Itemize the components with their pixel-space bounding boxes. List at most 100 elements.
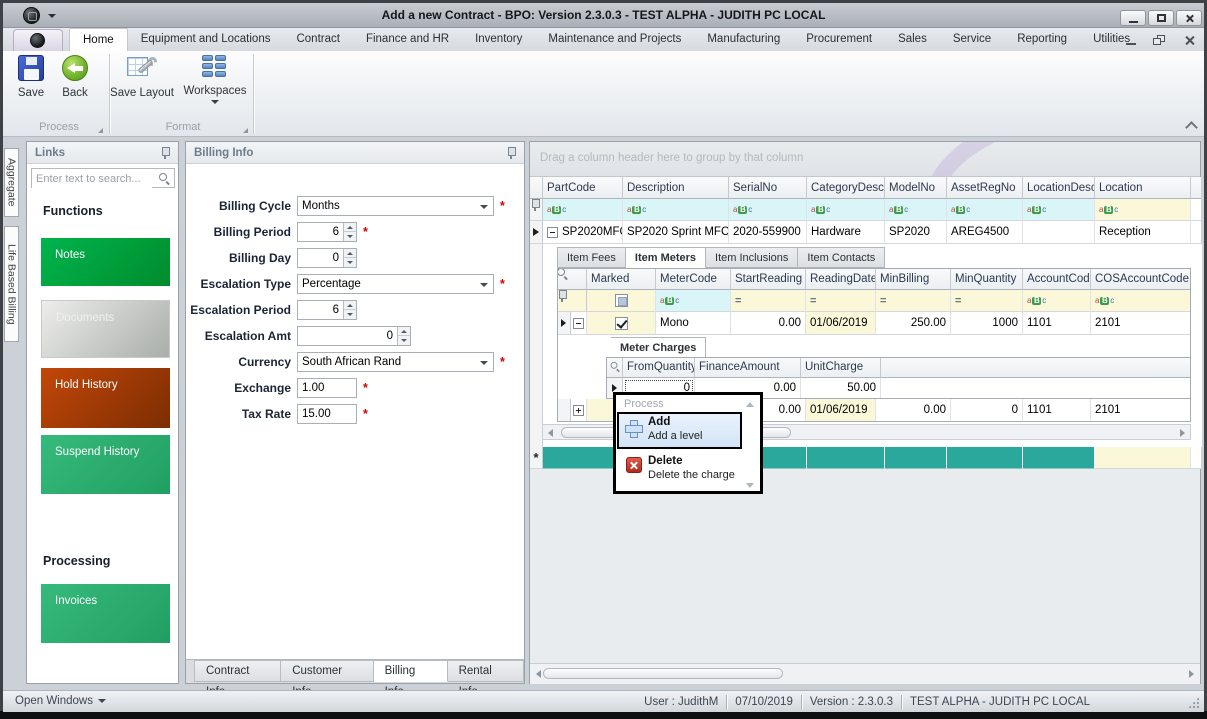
tab-rental-info[interactable]: Rental Info [448, 660, 524, 682]
spinner-buttons[interactable] [343, 249, 356, 267]
filter-cell-partcode[interactable]: aBc [543, 199, 623, 221]
panel-horizontal-scrollbar[interactable] [530, 663, 1200, 684]
column-header-readingdate[interactable]: ReadingDate [806, 268, 876, 290]
resize-grip[interactable] [1188, 697, 1199, 708]
column-header-fromquantity[interactable]: FromQuantity [623, 357, 695, 378]
notes-button[interactable]: Notes [41, 238, 170, 286]
menu-item-add[interactable]: Add Add a level [617, 412, 742, 449]
mdi-minimize-icon[interactable] [1121, 33, 1143, 48]
ribbon-tab-reporting[interactable]: Reporting [1004, 28, 1080, 51]
menu-scroll-up-icon[interactable] [746, 402, 754, 407]
column-header-marked[interactable]: Marked [587, 268, 656, 290]
column-header-partcode[interactable]: PartCode [543, 177, 623, 199]
filter-cell-minquantity[interactable]: = [951, 290, 1023, 312]
close-button[interactable] [1176, 10, 1202, 26]
column-header-accountcode[interactable]: AccountCode [1023, 268, 1091, 290]
cell-minbilling[interactable]: 0.00 [876, 399, 951, 422]
cell-minquantity[interactable]: 0 [951, 399, 1023, 422]
cell-unitcharge[interactable]: 50.00 [801, 378, 881, 399]
filter-cell-locationdesc[interactable]: aBc [1023, 199, 1095, 221]
row-indicator[interactable] [557, 312, 571, 335]
search-icon[interactable] [611, 362, 618, 372]
column-header-cosaccountcode[interactable]: COSAccountCode [1091, 268, 1191, 290]
cell-accountcode[interactable]: 1101 [1023, 312, 1091, 335]
new-row-cell[interactable] [807, 447, 885, 469]
save-layout-button[interactable]: Save Layout [103, 55, 181, 99]
cell-startreading[interactable]: 0.00 [731, 312, 806, 335]
collapse-row-icon[interactable] [547, 227, 558, 238]
column-header-locationdesc[interactable]: LocationDesc [1023, 177, 1095, 199]
application-menu-button[interactable] [13, 29, 63, 51]
escalation-type-dropdown[interactable]: Percentage [297, 274, 494, 294]
filter-cell-assetregno[interactable]: aBc [947, 199, 1023, 221]
filter-cell-location[interactable]: aBc [1095, 199, 1191, 221]
pin-icon[interactable] [506, 147, 516, 159]
mdi-restore-icon[interactable] [1149, 33, 1171, 48]
ribbon-tab-procurement[interactable]: Procurement [793, 28, 885, 51]
tab-item-inclusions[interactable]: Item Inclusions [706, 247, 798, 268]
workspaces-button[interactable]: Workspaces [179, 55, 251, 104]
filter-cell-metercode[interactable]: aBc [656, 290, 731, 312]
tab-customer-info[interactable]: Customer Info [281, 660, 373, 682]
column-header-financeamount[interactable]: FinanceAmount [695, 357, 801, 378]
cell-modelno[interactable]: SP2020 [885, 221, 947, 244]
checkbox-indeterminate[interactable] [615, 294, 628, 307]
filter-cell-modelno[interactable]: aBc [885, 199, 947, 221]
side-tab-life-based-billing[interactable]: Life Based Billing [4, 226, 19, 342]
column-header-metercode[interactable]: MeterCode [656, 268, 731, 290]
mdi-close-icon[interactable] [1179, 33, 1201, 48]
column-header-location[interactable]: Location [1095, 177, 1191, 199]
cell-description[interactable]: SP2020 Sprint MFC [623, 221, 729, 244]
column-header-modelno[interactable]: ModelNo [885, 177, 947, 199]
cell-partcode[interactable]: SP2020MFC [543, 221, 623, 244]
menu-scroll-down-icon[interactable] [746, 483, 754, 488]
filter-cell-readingdate[interactable]: = [806, 290, 876, 312]
cell-cosaccountcode[interactable]: 2101 [1091, 312, 1191, 335]
currency-dropdown[interactable]: South African Rand [297, 352, 494, 372]
billing-period-stepper[interactable]: 6 [297, 222, 357, 242]
filter-cell-marked[interactable] [587, 290, 656, 312]
ribbon-tab-finance-and-hr[interactable]: Finance and HR [353, 28, 462, 51]
column-header-assetregno[interactable]: AssetRegNo [947, 177, 1023, 199]
spinner-buttons[interactable] [343, 223, 356, 241]
expand-row-icon[interactable] [573, 405, 584, 416]
escalation-amt-stepper[interactable]: 0 [297, 326, 411, 346]
search-icon[interactable] [159, 173, 171, 185]
pin-icon[interactable] [160, 147, 170, 159]
column-header-serialno[interactable]: SerialNo [729, 177, 807, 199]
column-header-minbilling[interactable]: MinBilling [876, 268, 951, 290]
tax-rate-field[interactable]: 15.00 [297, 404, 357, 424]
cell-serialno[interactable]: 2020-559900 [729, 221, 807, 244]
save-button[interactable]: Save [9, 55, 53, 99]
billing-day-stepper[interactable]: 0 [297, 248, 357, 268]
process-group-launcher-icon[interactable] [98, 128, 103, 133]
ribbon-tab-equipment-and-locations[interactable]: Equipment and Locations [128, 28, 284, 51]
invoices-button[interactable]: Invoices [41, 584, 170, 643]
collapse-row-icon[interactable] [573, 318, 584, 329]
cell-assetregno[interactable]: AREG4500 [947, 221, 1023, 244]
hold-history-button[interactable]: Hold History [41, 368, 170, 428]
ribbon-tab-service[interactable]: Service [940, 28, 1004, 51]
ribbon-tab-home[interactable]: Home [69, 28, 128, 51]
suspend-history-button[interactable]: Suspend History [41, 435, 170, 494]
scroll-right-icon[interactable] [1180, 429, 1185, 437]
maximize-button[interactable] [1148, 10, 1174, 26]
cell-locationdesc[interactable] [1023, 221, 1095, 244]
new-row-cell[interactable] [885, 447, 947, 469]
minimize-button[interactable] [1120, 10, 1146, 26]
ribbon-tab-maintenance-and-projects[interactable]: Maintenance and Projects [535, 28, 694, 51]
row-indicator[interactable] [530, 221, 543, 244]
new-row-cell[interactable] [947, 447, 1023, 469]
spinner-buttons[interactable] [343, 301, 356, 319]
escalation-period-stepper[interactable]: 6 [297, 300, 357, 320]
billing-cycle-dropdown[interactable]: Months [297, 196, 494, 216]
search-input[interactable] [32, 170, 152, 188]
cell-metercode[interactable]: Mono [656, 312, 731, 335]
scroll-left-icon[interactable] [536, 670, 541, 678]
column-header-categorydesc[interactable]: CategoryDesc [807, 177, 885, 199]
expand-cell[interactable] [571, 312, 587, 335]
filter-cell-categorydesc[interactable]: aBc [807, 199, 885, 221]
format-group-launcher-icon[interactable] [243, 128, 248, 133]
column-header-minquantity[interactable]: MinQuantity [951, 268, 1023, 290]
collapse-ribbon-icon[interactable] [1185, 121, 1198, 134]
